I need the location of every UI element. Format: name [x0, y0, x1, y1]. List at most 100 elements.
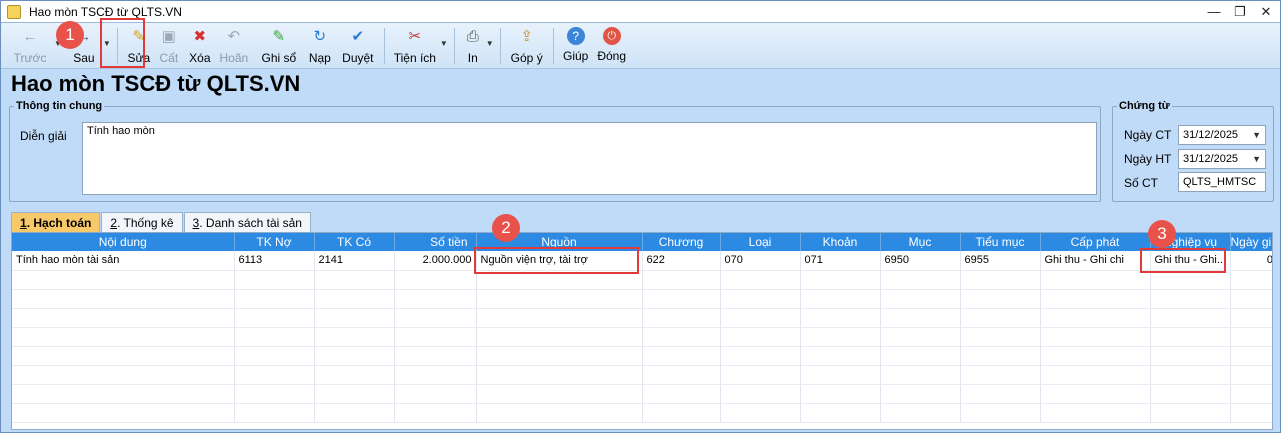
table-cell[interactable]	[960, 308, 1041, 328]
empty-table-row[interactable]	[12, 384, 1272, 404]
table-cell[interactable]	[314, 289, 395, 309]
table-cell[interactable]: Ghi thu - Ghi chi	[1040, 251, 1151, 271]
table-cell[interactable]	[1230, 308, 1272, 328]
table-cell[interactable]	[720, 346, 801, 366]
table-cell[interactable]	[880, 384, 961, 404]
minimize-icon[interactable]: —	[1206, 4, 1222, 20]
table-cell[interactable]: Tính hao mòn tài sản	[12, 251, 235, 271]
table-cell[interactable]	[1230, 346, 1272, 366]
postpone-button[interactable]: ↶ Hoãn	[216, 23, 252, 67]
table-cell[interactable]	[880, 308, 961, 328]
tab-asset-list[interactable]: 3. Danh sách tài sản	[183, 212, 311, 232]
table-cell[interactable]	[1230, 403, 1272, 423]
column-header[interactable]: Số tiền	[394, 233, 477, 251]
table-cell[interactable]	[1150, 384, 1231, 404]
save-button[interactable]: ▣ Cất	[154, 23, 184, 67]
utilities-button[interactable]: ✂ Tiện ích	[391, 23, 439, 67]
tab-statistics[interactable]: 2. Thống kê	[101, 212, 183, 232]
table-cell[interactable]	[1150, 365, 1231, 385]
table-cell[interactable]	[880, 365, 961, 385]
table-cell[interactable]	[314, 270, 395, 290]
table-cell[interactable]	[1040, 365, 1151, 385]
column-header[interactable]: Khoản	[800, 233, 881, 251]
chevron-down-icon[interactable]: ▼	[1252, 154, 1261, 164]
reload-button[interactable]: ↻ Nạp	[302, 23, 338, 67]
empty-table-row[interactable]	[12, 327, 1272, 347]
table-cell[interactable]	[314, 365, 395, 385]
table-cell[interactable]	[12, 384, 235, 404]
table-cell[interactable]	[1150, 308, 1231, 328]
table-cell[interactable]	[800, 365, 881, 385]
empty-table-row[interactable]	[12, 403, 1272, 423]
table-cell[interactable]	[234, 308, 315, 328]
table-cell[interactable]: 622	[642, 251, 721, 271]
table-cell[interactable]	[880, 327, 961, 347]
table-cell[interactable]	[476, 365, 643, 385]
table-cell[interactable]	[1040, 308, 1151, 328]
table-cell[interactable]	[1230, 270, 1272, 290]
table-cell[interactable]	[800, 289, 881, 309]
table-cell[interactable]	[960, 327, 1041, 347]
table-cell[interactable]	[642, 327, 721, 347]
table-cell[interactable]	[642, 308, 721, 328]
table-cell[interactable]	[720, 270, 801, 290]
table-cell[interactable]	[314, 308, 395, 328]
empty-table-row[interactable]	[12, 365, 1272, 385]
table-cell[interactable]	[12, 308, 235, 328]
post-button[interactable]: ✎ Ghi sổ	[256, 23, 302, 67]
table-cell[interactable]	[12, 365, 235, 385]
help-button[interactable]: ? Giúp	[560, 23, 592, 67]
column-header[interactable]: TK Nợ	[234, 233, 315, 251]
table-cell[interactable]	[800, 308, 881, 328]
table-cell[interactable]	[394, 270, 477, 290]
print-dropdown-icon[interactable]: ▼	[486, 39, 494, 48]
table-cell[interactable]	[1040, 327, 1151, 347]
utilities-dropdown-icon[interactable]: ▼	[440, 39, 448, 48]
table-cell[interactable]	[960, 270, 1041, 290]
table-cell[interactable]	[800, 346, 881, 366]
table-row[interactable]: Tính hao mòn tài sản 6113 2141 2.000.000…	[12, 251, 1272, 271]
posting-date-picker[interactable]: 31/12/2025 ▼	[1178, 149, 1266, 169]
table-cell[interactable]	[960, 346, 1041, 366]
approve-button[interactable]: ✔ Duyệt	[338, 23, 378, 67]
empty-table-row[interactable]	[12, 346, 1272, 366]
table-cell[interactable]	[234, 346, 315, 366]
table-cell[interactable]	[800, 327, 881, 347]
table-cell[interactable]	[1040, 384, 1151, 404]
table-cell[interactable]: 071	[800, 251, 881, 271]
table-cell[interactable]	[234, 384, 315, 404]
table-cell[interactable]	[314, 346, 395, 366]
table-cell[interactable]	[314, 403, 395, 423]
table-cell[interactable]: 6950	[880, 251, 961, 271]
table-cell[interactable]: 2.000.000	[394, 251, 477, 271]
table-cell[interactable]	[476, 289, 643, 309]
table-cell[interactable]	[1040, 270, 1151, 290]
table-cell[interactable]	[394, 289, 477, 309]
voucher-date-picker[interactable]: 31/12/2025 ▼	[1178, 125, 1266, 145]
table-cell[interactable]	[234, 365, 315, 385]
table-cell[interactable]: 6113	[234, 251, 315, 271]
table-cell[interactable]	[476, 308, 643, 328]
column-header[interactable]: Loại	[720, 233, 801, 251]
table-cell[interactable]	[1150, 289, 1231, 309]
table-cell[interactable]	[720, 327, 801, 347]
chevron-down-icon[interactable]: ▼	[1252, 130, 1261, 140]
table-cell[interactable]	[234, 289, 315, 309]
table-cell[interactable]	[1150, 346, 1231, 366]
table-cell[interactable]: 06/08/	[1230, 251, 1272, 271]
table-cell[interactable]	[234, 403, 315, 423]
table-cell[interactable]	[476, 384, 643, 404]
description-textarea[interactable]: Tính hao mòn	[82, 122, 1097, 195]
table-cell[interactable]	[12, 289, 235, 309]
empty-table-row[interactable]	[12, 270, 1272, 290]
column-header[interactable]: Cấp phát	[1040, 233, 1151, 251]
table-cell[interactable]	[800, 384, 881, 404]
table-cell[interactable]	[960, 403, 1041, 423]
print-button[interactable]: ⎙ In	[461, 23, 485, 67]
column-header[interactable]: Mục	[880, 233, 961, 251]
table-cell[interactable]	[394, 384, 477, 404]
table-cell[interactable]	[1230, 365, 1272, 385]
table-cell[interactable]	[642, 384, 721, 404]
table-cell[interactable]	[642, 289, 721, 309]
table-cell[interactable]	[1040, 346, 1151, 366]
